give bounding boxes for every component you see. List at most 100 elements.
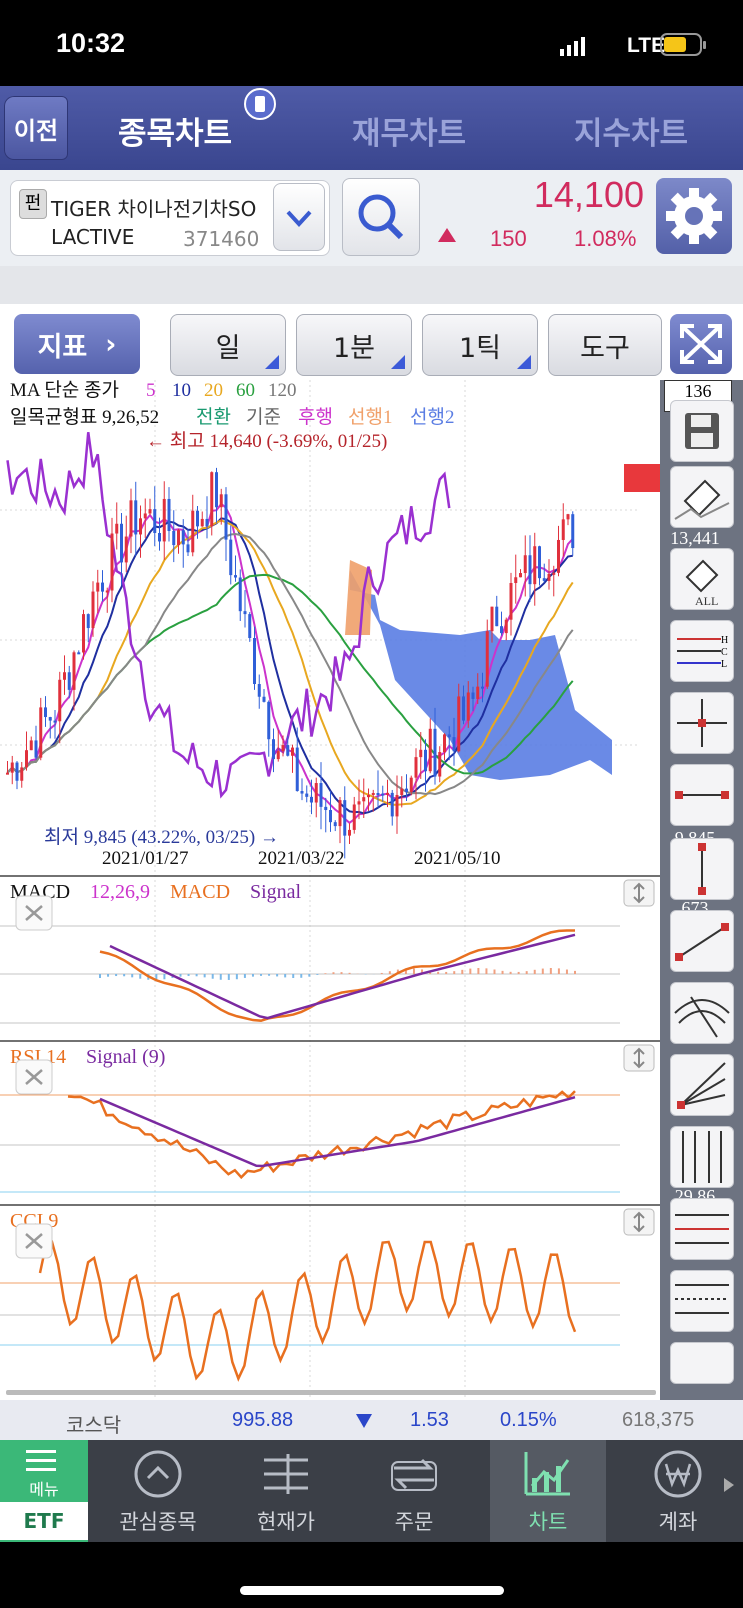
candle (39, 697, 43, 761)
home-indicator-area (0, 1542, 743, 1608)
nav-current-price[interactable]: 현재가 (222, 1440, 350, 1542)
trendline-tool-button[interactable] (670, 910, 734, 972)
candle (210, 471, 214, 536)
index-value: 995.88 (232, 1409, 294, 1431)
candle (205, 496, 209, 539)
candle (291, 744, 294, 773)
candle (215, 467, 218, 523)
chevron-right-icon: › (105, 328, 117, 360)
candle (96, 569, 100, 613)
signal-icon (560, 37, 585, 56)
chart-scrollbar[interactable] (6, 1390, 656, 1395)
retracement-tool-button[interactable] (670, 1270, 734, 1332)
nav-current-price-label: 현재가 (257, 1510, 315, 1534)
minute-label: 1분 (332, 332, 376, 364)
hcl-tool-button[interactable]: HCL (670, 620, 734, 682)
stock-code: 371460 (183, 227, 260, 251)
horizontal-line-tool-button[interactable] (670, 764, 734, 826)
candle (538, 545, 541, 586)
candle (561, 503, 565, 557)
index-name: 코스닥 (66, 1415, 122, 1437)
fibonacci-arc-tool-button[interactable] (670, 982, 734, 1044)
nav-favorites[interactable]: 관심종목 (94, 1440, 222, 1542)
nav-menu-label: 메뉴 (29, 1480, 59, 1499)
rsi-signal-line (99, 1096, 576, 1168)
candle (566, 513, 570, 526)
period-line-tool-button[interactable] (670, 1126, 734, 1188)
fan-line-tool-button[interactable] (670, 1054, 734, 1116)
nav-chart[interactable]: 차트 (490, 1440, 606, 1542)
candle (129, 488, 133, 554)
nav-order-label: 주문 (394, 1510, 434, 1534)
back-button[interactable]: 이전 (4, 96, 68, 160)
home-indicator[interactable] (240, 1586, 504, 1595)
stock-info-bar: 펀 TIGER 차이나전기차SO LACTIVE 371460 14,100 1… (0, 170, 743, 266)
nav-favorites-label: 관심종목 (119, 1510, 197, 1534)
indicator-button[interactable]: 지표 › (14, 314, 140, 374)
nav-etf-label: ETF (0, 1502, 88, 1540)
tools-button[interactable]: 도구 (548, 314, 662, 376)
candle (542, 563, 546, 583)
channel-tool-button[interactable] (670, 1198, 734, 1260)
eraser-tool-button[interactable] (670, 466, 734, 528)
candle (267, 700, 271, 757)
market-index-bar[interactable]: 코스닥 995.88 1.53 0.15% 618,375 (0, 1400, 743, 1440)
cci-resize-handle[interactable] (623, 1208, 655, 1236)
fan-icon (677, 1062, 726, 1109)
rsi-resize-handle[interactable] (623, 1044, 655, 1072)
ichimoku-legend-title: 일목균형표 9,26,52 (10, 406, 159, 428)
macd-close-button[interactable] (15, 895, 53, 931)
candle (167, 487, 171, 542)
save-tool-button[interactable] (670, 400, 734, 462)
candle (124, 515, 128, 573)
fullscreen-button[interactable] (670, 314, 732, 374)
bottom-navigation: 메뉴 ETF 관심종목 현재가 주문 차트 계좌 (0, 1440, 743, 1542)
crosshair-tool-button[interactable] (670, 692, 734, 754)
tab-index-chart[interactable]: 지수차트 (574, 108, 688, 153)
candle (248, 612, 252, 642)
period-day-button[interactable]: 일 (170, 314, 286, 376)
nav-account[interactable]: 계좌 (614, 1440, 742, 1542)
search-button[interactable] (342, 178, 420, 256)
stock-dropdown-button[interactable] (273, 183, 325, 251)
channel-icon (675, 1214, 729, 1244)
rsi-close-button[interactable] (15, 1059, 53, 1095)
refresh-icon[interactable] (242, 86, 278, 122)
index-volume: 618,375 (622, 1409, 695, 1431)
arc-icon (674, 996, 730, 1038)
cci-close-button[interactable] (15, 1223, 53, 1259)
erase-all-tool-button[interactable]: ALL (670, 548, 734, 610)
svg-text:C: C (721, 647, 728, 658)
chevron-down-icon (286, 210, 312, 227)
candle (514, 554, 518, 604)
x-date-label: 2021/05/10 (414, 848, 501, 869)
app-header: 이전 종목차트 재무차트 지수차트 (0, 86, 743, 170)
candle (162, 481, 166, 560)
svg-text:L: L (721, 659, 727, 670)
tab-stock-chart[interactable]: 종목차트 (118, 108, 232, 153)
macd-resize-handle[interactable] (623, 879, 655, 907)
candle (305, 785, 309, 803)
candle (101, 570, 104, 602)
minute-button[interactable]: 1분 (296, 314, 412, 376)
info-strip (0, 266, 743, 305)
ma-legend-20: 20 (204, 380, 223, 401)
vertical-line-tool-button[interactable] (670, 838, 734, 900)
candle (200, 511, 204, 527)
candle (153, 486, 157, 547)
nav-menu-etf[interactable]: 메뉴 ETF (0, 1440, 88, 1542)
favorites-icon (134, 1450, 182, 1498)
candle (504, 617, 508, 641)
nav-more-arrow-icon[interactable] (724, 1478, 734, 1492)
tick-button[interactable]: 1틱 (422, 314, 538, 376)
settings-button[interactable] (656, 178, 732, 254)
stock-chart[interactable]: MA 단순 종가 5 10 20 60 120 일목균형표 9,26,52 전환… (0, 380, 660, 1400)
more-tools-button[interactable] (670, 1342, 734, 1384)
candle (134, 481, 138, 557)
candle (443, 733, 446, 761)
rsi-line (67, 1090, 576, 1180)
stock-selector[interactable]: 펀 TIGER 차이나전기차SO LACTIVE 371460 (10, 180, 330, 256)
candle (172, 510, 176, 563)
nav-order[interactable]: 주문 (350, 1440, 478, 1542)
tab-financial-chart[interactable]: 재무차트 (352, 108, 466, 153)
